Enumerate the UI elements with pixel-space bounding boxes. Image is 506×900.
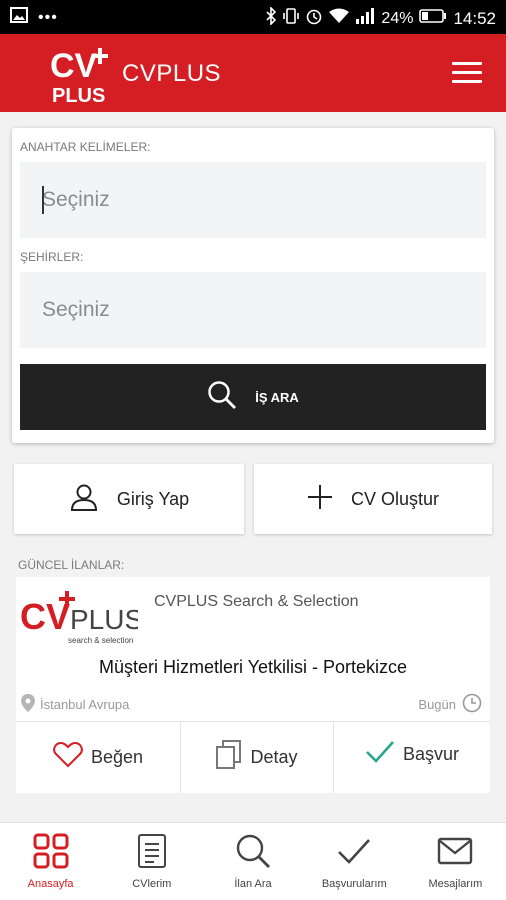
- nav-messages[interactable]: Mesajlarım: [405, 823, 506, 900]
- vibrate-icon: [283, 7, 300, 30]
- svg-text:search & selection: search & selection: [68, 636, 133, 645]
- heart-icon: [53, 741, 83, 773]
- like-label: Beğen: [90, 747, 144, 767]
- keywords-input[interactable]: Seçiniz: [20, 162, 486, 238]
- check-icon: [336, 833, 372, 878]
- copy-icon: [216, 740, 242, 775]
- nav-job-search[interactable]: İlan Ara: [202, 823, 303, 900]
- document-icon: [136, 833, 168, 878]
- cities-input[interactable]: Seçiniz: [20, 272, 486, 348]
- company-logo: CV PLUS search & selection: [20, 589, 143, 647]
- job-listing-card[interactable]: CV PLUS search & selection CVPLUS Search…: [16, 577, 490, 793]
- like-button[interactable]: Beğen: [16, 722, 181, 793]
- clock-icon: [462, 693, 482, 716]
- bottom-navigation: Anasayfa CVlerim İlan Ara Başvurularım M…: [0, 822, 506, 900]
- nav-messages-label: Mesajlarım: [428, 878, 483, 890]
- image-notification-icon: [10, 7, 28, 28]
- checkmark-icon: [365, 740, 395, 769]
- detail-label: Detay: [250, 747, 298, 767]
- detail-button[interactable]: Detay: [181, 722, 334, 793]
- job-location: İstanbul Avrupa: [20, 693, 129, 716]
- keywords-placeholder: Seçiniz: [42, 188, 110, 211]
- nav-home-label: Anasayfa: [27, 878, 74, 890]
- signal-icon: [355, 8, 375, 29]
- job-date-text: Bugün: [418, 697, 456, 712]
- battery-percentage: 24%: [381, 9, 414, 27]
- wifi-icon: [329, 8, 350, 29]
- cities-placeholder: Seçiniz: [42, 298, 110, 321]
- user-icon: [69, 482, 99, 517]
- more-notifications-icon: •••: [38, 8, 58, 26]
- status-bar: ••• 24% 14:52: [0, 0, 506, 34]
- svg-text:PLUS: PLUS: [70, 604, 138, 635]
- company-name: CVPLUS Search & Selection: [154, 593, 359, 610]
- location-pin-icon: [20, 693, 36, 716]
- nav-my-cvs-label: CVlerim: [132, 878, 172, 890]
- create-cv-button[interactable]: CV Oluştur: [254, 464, 492, 534]
- nav-job-search-label: İlan Ara: [234, 878, 272, 890]
- job-search-button[interactable]: İŞ ARA: [20, 364, 486, 430]
- search-icon: [235, 833, 271, 878]
- text-caret: [42, 186, 44, 214]
- current-listings-label: GÜNCEL İLANLAR:: [18, 558, 125, 572]
- login-label: Giriş Yap: [116, 488, 190, 509]
- create-cv-label: CV Oluştur: [350, 488, 440, 509]
- nav-my-cvs[interactable]: CVlerim: [101, 823, 202, 900]
- job-actions: Beğen Detay Başvur: [16, 721, 490, 793]
- apply-label: Başvur: [402, 744, 460, 764]
- job-title[interactable]: Müşteri Hizmetleri Yetkilisi - Portekizc…: [16, 657, 490, 678]
- nav-applications[interactable]: Başvurularım: [304, 823, 405, 900]
- job-search-card: ANAHTAR KELİMELER: Seçiniz ŞEHİRLER: Seç…: [12, 128, 494, 443]
- job-search-button-label: İŞ ARA: [255, 389, 299, 405]
- alarm-icon: [305, 7, 323, 30]
- login-button[interactable]: Giriş Yap: [14, 464, 244, 534]
- grid-icon: [33, 833, 69, 878]
- svg-text:CV: CV: [50, 47, 98, 85]
- nav-applications-label: Başvurularım: [321, 878, 387, 890]
- nav-home[interactable]: Anasayfa: [0, 823, 101, 900]
- job-location-text: İstanbul Avrupa: [40, 697, 130, 712]
- apply-button[interactable]: Başvur: [334, 722, 490, 793]
- clock-time: 14:52: [453, 8, 496, 28]
- cities-label: ŞEHİRLER:: [20, 250, 84, 264]
- mail-icon: [437, 833, 473, 878]
- cvplus-logo: CV PLUS: [48, 44, 114, 107]
- search-icon: [207, 380, 237, 415]
- app-title: CVPLUS: [122, 60, 222, 87]
- svg-text:CV: CV: [20, 596, 70, 637]
- svg-text:PLUS: PLUS: [52, 85, 105, 104]
- plus-icon: [307, 484, 333, 515]
- battery-icon: [419, 9, 447, 28]
- keywords-label: ANAHTAR KELİMELER:: [20, 140, 151, 154]
- app-bar: CV PLUS CVPLUS: [0, 34, 506, 112]
- bluetooth-icon: [265, 6, 277, 30]
- hamburger-menu-icon[interactable]: [452, 62, 482, 84]
- job-date: Bugün: [418, 693, 482, 716]
